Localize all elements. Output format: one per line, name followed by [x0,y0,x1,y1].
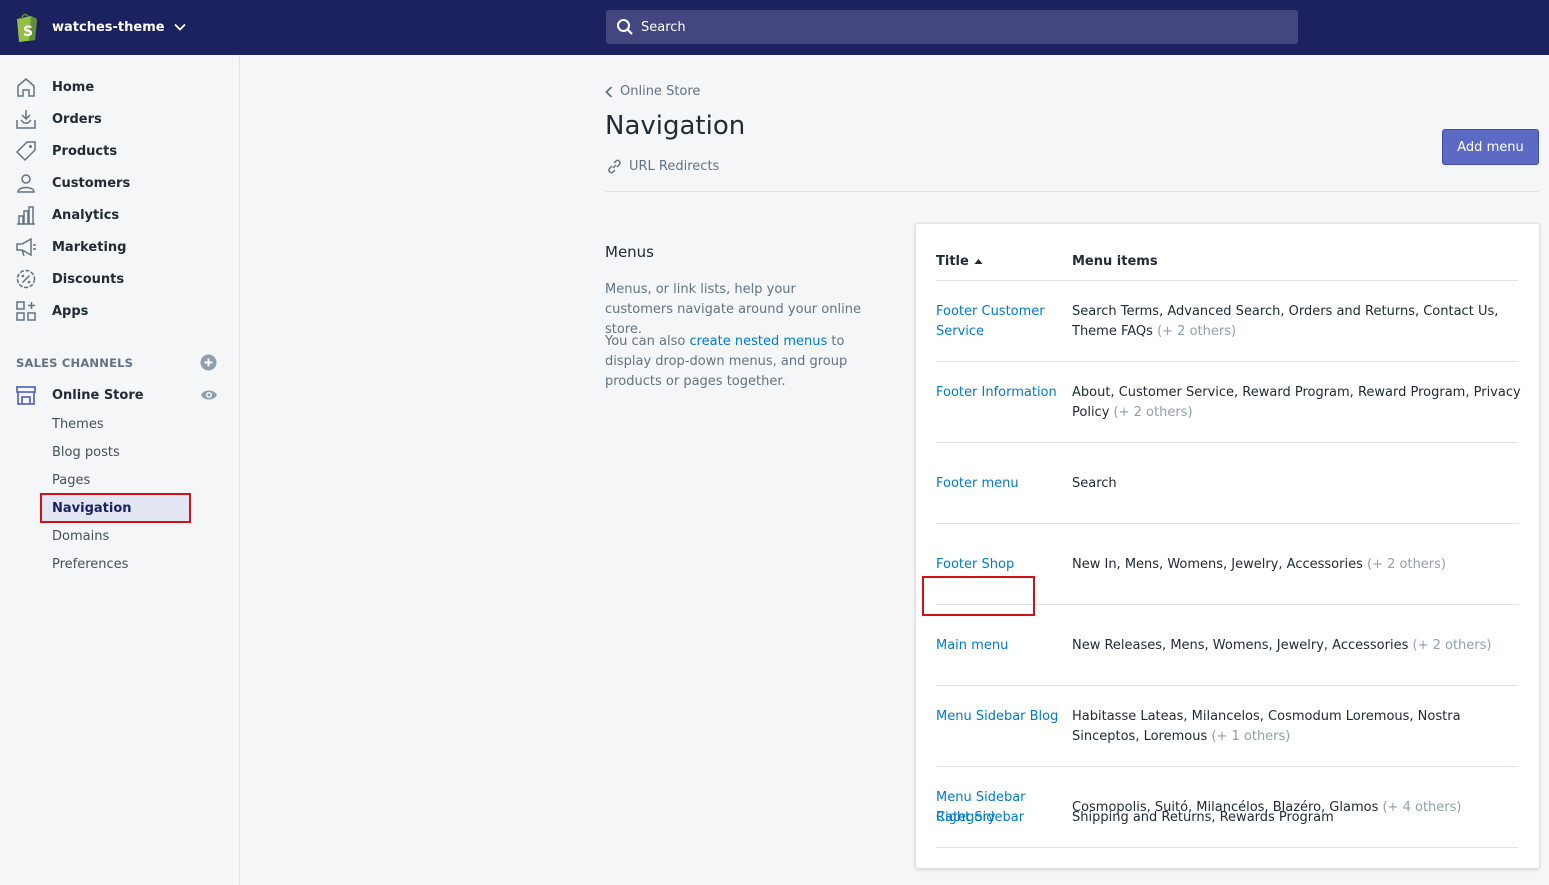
menus-heading: Menus [605,243,654,261]
column-header-title[interactable]: Title [936,254,983,269]
sidebar-item-analytics[interactable]: Analytics [0,199,239,231]
home-icon [17,78,35,97]
top-bar: S watches-theme Search [0,0,1549,55]
sidebar-item-label: Products [52,143,118,159]
menu-items-cell: New In, Mens, Womens, Jewelry, Accessori… [1072,555,1522,575]
sidebar-item-products[interactable]: Products [0,135,239,167]
menu-items-cell: Shipping and Returns, Rewards Program [1072,808,1522,828]
shopify-bag-icon: S [17,13,37,42]
menu-title-link[interactable]: Menu Sidebar Blog [936,707,1061,727]
sidebar-subitem-domains[interactable]: Domains [52,529,109,544]
header-divider [605,191,1539,192]
sidebar-subitem-themes[interactable]: Themes [52,417,104,432]
menu-items-others: (+ 2 others) [1113,405,1193,420]
link-icon [608,159,621,174]
url-redirects-label: URL Redirects [629,159,720,174]
menu-items-cell: About, Customer Service, Reward Program,… [1072,383,1522,423]
menu-items-cell: Search Terms, Advanced Search, Orders an… [1072,302,1522,342]
menu-items-cell: New Releases, Mens, Womens, Jewelry, Acc… [1072,636,1522,656]
breadcrumb-label: Online Store [620,84,701,99]
highlight-box [922,576,1035,616]
search-icon [617,19,633,35]
chevron-down-icon [173,23,186,31]
sidebar-item-discounts[interactable]: Discounts [0,263,239,295]
apps-icon [16,301,36,321]
menu-items-cell: Habitasse Lateas, Milancelos, Cosmodum L… [1072,707,1522,747]
column-header-menu-items: Menu items [1072,254,1158,269]
sidebar-item-apps[interactable]: Apps [0,295,239,327]
menus-description: Menus, or link lists, help your customer… [605,282,861,337]
breadcrumb[interactable]: Online Store [604,84,700,99]
sidebar-subitem-pages[interactable]: Pages [52,473,90,488]
menu-items-cell: Search [1072,474,1522,494]
table-row: Main menu New Releases, Mens, Womens, Je… [936,605,1518,686]
sidebar-item-label: Discounts [52,271,125,287]
menu-items-text: New In, Mens, Womens, Jewelry, Accessori… [1072,557,1363,572]
menu-items-text: New Releases, Mens, Womens, Jewelry, Acc… [1072,638,1409,653]
nested-menus-note: You can also create nested menus to disp… [605,332,865,392]
sidebar-item-label: Home [52,79,95,95]
menu-items-text: Shipping and Returns, Rewards Program [1072,810,1334,825]
sidebar-item-label: Online Store [52,387,144,403]
table-row: Footer Customer Service Search Terms, Ad… [936,281,1518,362]
menu-items-text: Search Terms, Advanced Search, Orders an… [1072,304,1499,339]
table-row: Menu Sidebar Blog Habitasse Lateas, Mila… [936,686,1518,767]
sidebar-item-orders[interactable]: Orders [0,103,239,135]
store-name: watches-theme [52,19,165,35]
create-nested-menus-link[interactable]: create nested menus [689,334,827,349]
menu-title-link[interactable]: Footer Customer Service [936,302,1061,342]
sidebar-item-home[interactable]: Home [0,71,239,103]
search-placeholder: Search [641,19,686,35]
menu-items-others: (+ 2 others) [1367,557,1446,572]
table-row: Right Sidebar Shipping and Returns, Rewa… [936,810,1518,868]
store-switcher[interactable]: S watches-theme [14,12,187,42]
menu-title-link[interactable]: Footer Information [936,383,1061,403]
sidebar-subitem-navigation[interactable]: Navigation [52,501,132,516]
discount-icon [16,269,36,289]
menu-title-link[interactable]: Footer menu [936,474,1061,494]
sidebar-subitem-preferences[interactable]: Preferences [52,557,128,572]
sidebar-item-label: Analytics [52,207,120,223]
table-row: Footer Information About, Customer Servi… [936,362,1521,443]
chevron-left-icon [605,85,613,98]
bar-chart-icon [17,206,35,225]
url-redirects-link[interactable]: URL Redirects [606,158,719,175]
sidebar-subitem-blog-posts[interactable]: Blog posts [52,445,120,460]
column-header-title-label: Title [936,254,969,269]
sidebar-item-label: Apps [52,303,89,319]
sidebar-item-label: Customers [52,175,131,191]
menu-title-link[interactable]: Right Sidebar [936,808,1061,828]
megaphone-icon [16,237,36,257]
sidebar-item-marketing[interactable]: Marketing [0,231,239,263]
menu-items-text: Search [1072,476,1117,491]
menu-items-others: (+ 2 others) [1412,638,1492,653]
sidebar-item-customers[interactable]: Customers [0,167,239,199]
add-menu-button[interactable]: Add menu [1442,129,1539,165]
menu-items-others: (+ 1 others) [1211,729,1291,744]
menu-title-link[interactable]: Footer Shop [936,555,1061,575]
sidebar: Home Orders Products Customers Analytics… [0,55,240,885]
table-row: Footer menu Search [936,443,1518,524]
sales-channels-heading: SALES CHANNELS [16,356,134,370]
page-title: Navigation [605,111,746,141]
sort-ascending-icon [974,259,983,264]
person-icon [17,174,35,193]
menu-title-link[interactable]: Main menu [936,636,1061,656]
menus-table-card: Title Menu items Footer Customer Service… [915,223,1540,869]
eye-icon[interactable] [200,388,218,402]
store-icon [16,386,36,405]
svg-text:S: S [23,24,33,40]
sidebar-item-label: Orders [52,111,102,127]
nested-prefix: You can also [605,334,690,349]
menu-items-others: (+ 2 others) [1157,324,1237,339]
orders-icon [16,110,36,129]
tag-icon [15,141,36,162]
add-channel-icon[interactable] [200,354,217,371]
sidebar-item-label: Marketing [52,239,127,255]
search-input[interactable]: Search [606,10,1298,44]
